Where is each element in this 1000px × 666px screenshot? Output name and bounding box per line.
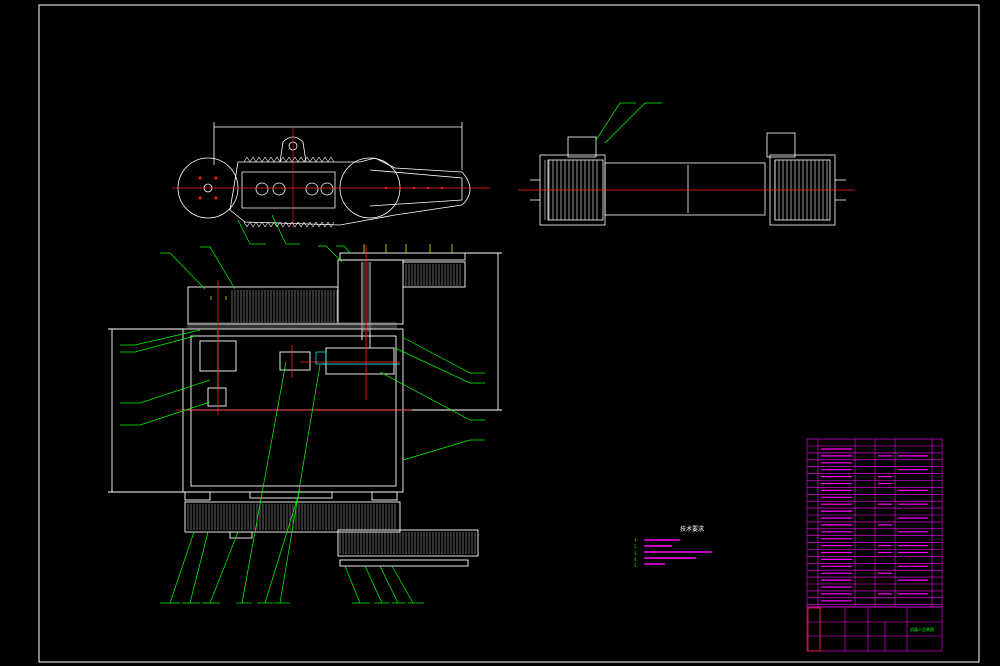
arm-tooth [276,156,281,163]
arm-tooth [258,156,263,163]
arm-tooth [327,156,332,163]
arm-tooth [279,221,284,228]
arm-tooth [285,156,290,163]
arm-tooth [267,156,272,163]
arm-tooth [252,156,257,163]
arm-tooth [243,221,248,228]
tech-req-item: 2. [634,544,639,549]
tech-req-title: 技术要求 [680,525,704,533]
arm-leaders [237,214,300,245]
tech-req-item: 1. [634,537,639,542]
arm-tooth [312,156,317,163]
arm-tooth [252,221,257,228]
cad-drawing-canvas: 技术要求 1. 2. 3. 4. 5. 机器人总装图 [38,4,980,663]
drawing-title: 机器人总装图 [910,626,934,632]
arm-tooth [282,156,287,163]
arm-tooth [264,156,269,163]
arm-tooth [306,221,311,228]
arm-tooth [255,156,260,163]
tech-requirements: 技术要求 1. 2. 3. 4. 5. [634,525,712,568]
arm-tooth [285,221,290,228]
parts-list-fills [821,448,928,602]
shaft-top-view [530,132,846,226]
shaft-leaders [595,102,662,144]
arm-tooth [243,156,248,163]
arm-tooth [282,221,287,228]
arm-tooth [291,221,296,228]
arm-tooth [315,156,320,163]
tech-req-item: 5. [634,563,639,568]
arm-tooth [297,156,302,163]
arm-tooth [297,221,302,228]
arm-tooth [249,156,254,163]
arm-tooth [324,156,329,163]
arm-tooth [300,156,305,163]
arm-tooth [288,156,293,163]
tech-req-item: 3. [634,551,639,556]
arm-tooth [291,156,296,163]
arm-tooth [294,221,299,228]
arm-track-teeth [243,156,335,228]
arm-tooth [249,221,254,228]
arm-tooth [270,156,275,163]
arm-tooth [330,156,335,163]
arm-tooth [261,156,266,163]
assembly-centerlines [176,245,412,415]
arm-tooth [309,156,314,163]
arm-tooth [246,156,251,163]
arm-tooth [288,221,293,228]
arm-tooth [306,156,311,163]
title-block-accent [807,607,821,652]
arm-side-view [177,122,471,226]
arm-tooth [294,156,299,163]
parts-list-table [806,438,943,608]
arm-tooth [318,156,323,163]
arm-tooth [303,221,308,228]
arm-tooth [321,156,326,163]
arm-tooth [246,221,251,228]
arm-tooth [300,221,305,228]
tech-req-item: 4. [634,557,639,562]
hatched-racks [187,262,476,554]
arm-tooth [273,156,278,163]
